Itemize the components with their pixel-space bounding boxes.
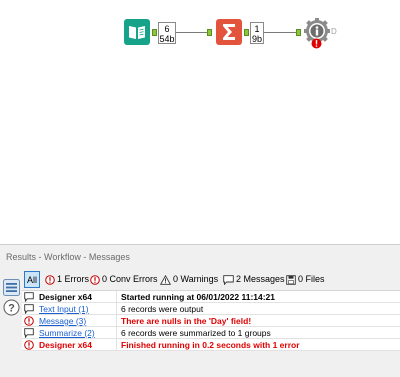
connection-line[interactable] xyxy=(264,32,296,33)
filter-conv-errors-label: 0 Conv Errors xyxy=(102,274,158,284)
text-input-tool[interactable] xyxy=(124,19,150,45)
list-view-button[interactable] xyxy=(3,279,20,296)
filter-all-button[interactable]: All xyxy=(24,271,40,288)
filter-warnings-button[interactable]: 0 Warnings xyxy=(160,271,218,288)
table-row[interactable]: Text Input (1) 6 records were output xyxy=(22,303,400,315)
svg-text:?: ? xyxy=(8,302,15,314)
summarize-record-badge: 1 9b xyxy=(250,22,264,44)
row-message: Started running at 06/01/2022 11:14:21 xyxy=(121,292,276,302)
message-input-anchor[interactable] xyxy=(296,29,301,36)
filter-messages-label: 2 Messages xyxy=(236,274,285,284)
sigma-icon xyxy=(216,19,242,45)
text-input-record-badge: 6 54b xyxy=(158,22,176,44)
filter-errors-button[interactable]: 1 Errors xyxy=(45,271,89,288)
filter-warnings-label: 0 Warnings xyxy=(173,274,219,284)
message-tool[interactable] xyxy=(303,17,331,49)
table-row[interactable]: Designer x64 Finished running in 0.2 sec… xyxy=(22,339,400,351)
record-size: 9b xyxy=(251,34,262,44)
table-row[interactable]: Message (3) There are nulls in the 'Day'… xyxy=(22,315,400,327)
filter-errors-label: 1 Errors xyxy=(57,274,90,284)
workflow-canvas[interactable]: 6 54b 1 9b D xyxy=(0,0,400,244)
conv-error-icon xyxy=(90,274,100,285)
book-icon xyxy=(124,19,150,45)
help-button[interactable]: ? xyxy=(3,299,20,316)
error-indicator-icon xyxy=(311,38,322,49)
row-source-link[interactable]: Message (3) xyxy=(39,315,117,327)
record-size: 54b xyxy=(159,34,175,44)
results-filter-bar: All 1 Errors 0 Conv Errors 0 Warnings 2 … xyxy=(24,271,400,288)
results-left-rail: ? xyxy=(0,271,22,377)
table-row[interactable]: Designer x64 Started running at 06/01/20… xyxy=(22,291,400,303)
filter-files-button[interactable]: 0 Files xyxy=(286,271,325,288)
help-icon: ? xyxy=(3,299,20,316)
app-window: 6 54b 1 9b D Results - Workflow - Messag… xyxy=(0,0,400,377)
row-message: Finished running in 0.2 seconds with 1 e… xyxy=(121,340,300,350)
summarize-input-anchor[interactable] xyxy=(207,29,212,36)
messages-table: Designer x64 Started running at 06/01/20… xyxy=(22,290,400,351)
connection-line[interactable] xyxy=(176,32,207,33)
filter-conv-errors-button[interactable]: 0 Conv Errors xyxy=(90,271,158,288)
error-icon xyxy=(45,274,55,285)
row-message: 6 records were output xyxy=(121,304,204,314)
row-source: Designer x64 xyxy=(39,339,117,351)
summarize-output-anchor[interactable] xyxy=(244,29,249,36)
message-icon xyxy=(24,304,34,314)
row-message: There are nulls in the 'Day' field! xyxy=(121,316,252,326)
error-icon xyxy=(24,316,34,326)
row-source-link[interactable]: Text Input (1) xyxy=(39,303,117,315)
message-icon xyxy=(24,328,34,338)
error-icon xyxy=(24,340,34,350)
row-message: 6 records were summarized to 1 groups xyxy=(121,328,271,338)
filter-messages-button[interactable]: 2 Messages xyxy=(223,271,285,288)
text-input-output-anchor[interactable] xyxy=(152,29,157,36)
record-count: 1 xyxy=(254,24,260,34)
row-source: Designer x64 xyxy=(39,291,117,303)
results-panel: Results - Workflow - Messages ? All 1 Er… xyxy=(0,244,400,377)
record-count: 6 xyxy=(164,24,170,34)
filter-files-label: 0 Files xyxy=(298,274,325,284)
message-icon xyxy=(24,292,34,302)
list-icon xyxy=(3,279,20,296)
message-icon xyxy=(223,274,234,285)
output-anchor-label[interactable]: D xyxy=(331,27,337,36)
row-source-link[interactable]: Summarize (2) xyxy=(39,327,117,339)
summarize-tool[interactable] xyxy=(216,19,242,45)
warning-icon xyxy=(160,274,171,285)
file-icon xyxy=(286,274,296,285)
table-row[interactable]: Summarize (2) 6 records were summarized … xyxy=(22,327,400,339)
results-title: Results - Workflow - Messages xyxy=(6,252,130,262)
